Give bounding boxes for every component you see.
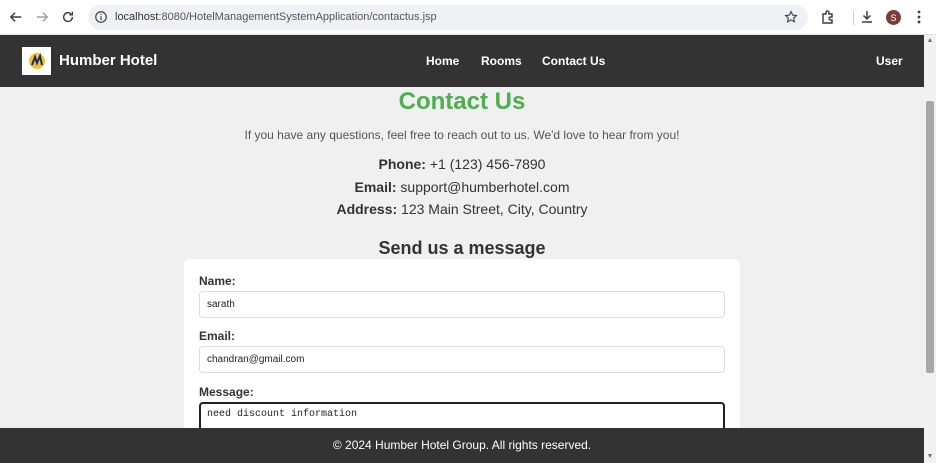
- arrow-right-icon: [36, 12, 49, 22]
- forward-button[interactable]: [32, 7, 52, 27]
- page-scrollbar[interactable]: ▲ ▼: [924, 35, 936, 463]
- name-input[interactable]: sarath: [199, 291, 725, 318]
- bookmark-star-icon[interactable]: [784, 10, 798, 24]
- toolbar-divider: [853, 11, 854, 25]
- site-header: Humber Hotel Home Rooms Contact Us User: [0, 35, 924, 87]
- site-footer: © 2024 Humber Hotel Group. All rights re…: [0, 428, 924, 463]
- profile-avatar[interactable]: S: [886, 10, 901, 25]
- address-bar[interactable]: localhost:8080/HotelManagementSystemAppl…: [88, 5, 808, 30]
- footer-text: © 2024 Humber Hotel Group. All rights re…: [332, 438, 592, 452]
- message-label: Message:: [199, 385, 254, 399]
- scroll-up-icon[interactable]: ▲: [926, 37, 934, 45]
- contact-form: Name: sarath Email: chandran@gmail.com M…: [184, 259, 740, 428]
- email-line: Email: support@humberhotel.com: [0, 179, 924, 195]
- brand-name[interactable]: Humber Hotel: [59, 52, 157, 69]
- message-textarea[interactable]: need discount information: [199, 402, 725, 428]
- download-icon[interactable]: [859, 9, 875, 25]
- scroll-thumb[interactable]: [926, 101, 934, 373]
- phone-label: Phone:: [378, 156, 426, 172]
- more-menu-icon[interactable]: [911, 9, 927, 25]
- site-info-icon[interactable]: [94, 10, 108, 24]
- extensions-icon[interactable]: [820, 9, 836, 25]
- reload-button[interactable]: [58, 7, 78, 27]
- browser-toolbar: localhost:8080/HotelManagementSystemAppl…: [0, 0, 936, 35]
- address-label: Address:: [336, 201, 398, 217]
- scroll-down-icon[interactable]: ▼: [926, 453, 934, 461]
- hotel-logo-icon: [28, 52, 45, 69]
- nav-home-link[interactable]: Home: [426, 54, 459, 68]
- main-content: Contact Us If you have any questions, fe…: [0, 87, 924, 428]
- name-label: Name:: [199, 274, 236, 288]
- address-value: 123 Main Street, City, Country: [401, 201, 588, 217]
- url-host: localhost: [115, 11, 159, 23]
- email-field-label: Email:: [199, 329, 236, 343]
- arrow-left-icon: [9, 12, 22, 22]
- email-value: support@humberhotel.com: [400, 179, 570, 195]
- hotel-logo[interactable]: [22, 47, 51, 75]
- phone-line: Phone: +1 (123) 456-7890: [0, 156, 924, 172]
- user-link[interactable]: User: [876, 54, 903, 68]
- page-title: Contact Us: [398, 88, 526, 115]
- email-input[interactable]: chandran@gmail.com: [199, 346, 725, 373]
- back-button[interactable]: [6, 7, 26, 27]
- email-label: Email:: [354, 179, 397, 195]
- nav-contact-link[interactable]: Contact Us: [542, 54, 605, 68]
- form-title: Send us a message: [378, 238, 546, 258]
- phone-value: +1 (123) 456-7890: [429, 156, 546, 172]
- reload-icon: [62, 11, 74, 23]
- intro-text: If you have any questions, feel free to …: [244, 128, 680, 142]
- nav-rooms-link[interactable]: Rooms: [481, 54, 522, 68]
- url-text: localhost:8080/HotelManagementSystemAppl…: [115, 11, 437, 23]
- url-path: :8080/HotelManagementSystemApplication/c…: [158, 11, 437, 23]
- address-line: Address: 123 Main Street, City, Country: [0, 201, 924, 217]
